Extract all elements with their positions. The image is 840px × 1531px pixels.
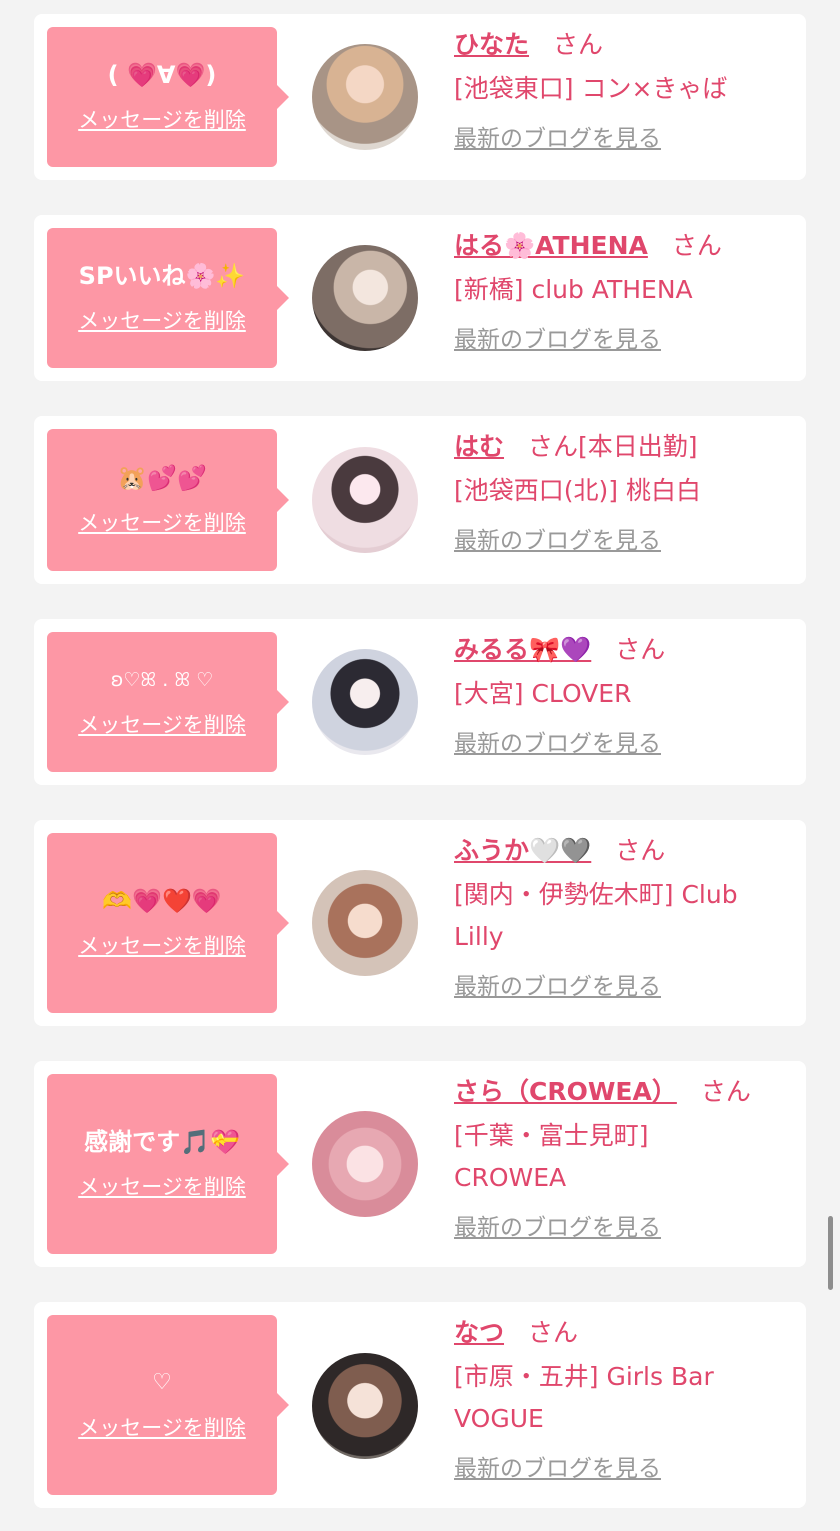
message-text: 🐹💕💕	[117, 464, 207, 492]
message-text: ʚ♡ꕤ . ꕤ ♡	[110, 669, 214, 691]
cast-info: なつ さん [市原・五井] Girls Bar VOGUE 最新のブログを見る	[454, 1316, 794, 1484]
favorite-card: 🫶💗❤️💗 メッセージを削除 ふうか🤍🩶 さん [関内・伊勢佐木町] Club L…	[34, 820, 806, 1026]
shop-text: [池袋東口] コン×きゃば	[454, 74, 728, 103]
shop-text: [関内・伊勢佐木町] Club Lilly	[454, 880, 738, 951]
avatar[interactable]	[312, 245, 418, 351]
delete-message-link[interactable]: メッセージを削除	[78, 507, 246, 537]
avatar[interactable]	[312, 649, 418, 755]
favorite-card: ♡ メッセージを削除 なつ さん [市原・五井] Girls Bar VOGUE …	[34, 1302, 806, 1508]
message-bubble: ♡ メッセージを削除	[47, 1315, 289, 1495]
honorific: さん	[615, 635, 666, 664]
shop-text: [市原・五井] Girls Bar VOGUE	[454, 1362, 714, 1433]
avatar[interactable]	[312, 447, 418, 553]
latest-blog-link[interactable]: 最新のブログを見る	[454, 1454, 661, 1484]
honorific: さん	[528, 1318, 579, 1347]
latest-blog-link[interactable]: 最新のブログを見る	[454, 526, 661, 556]
latest-blog-link[interactable]: 最新のブログを見る	[454, 972, 661, 1002]
shop-text: [千葉・富士見町] CROWEA	[454, 1121, 649, 1192]
cast-name-link[interactable]: みるる🎀💜	[454, 635, 591, 664]
delete-message-link[interactable]: メッセージを削除	[78, 930, 246, 960]
honorific: さん	[528, 432, 579, 461]
message-bubble: SPいいね🌸✨ メッセージを削除	[47, 228, 289, 368]
message-bubble: 🐹💕💕 メッセージを削除	[47, 429, 289, 571]
message-text: ♡	[152, 1370, 172, 1395]
message-bubble: 🫶💗❤️💗 メッセージを削除	[47, 833, 289, 1013]
cast-info: はる🌸ATHENA さん [新橋] club ATHENA 最新のブログを見る	[454, 229, 794, 355]
latest-blog-link[interactable]: 最新のブログを見る	[454, 325, 661, 355]
delete-message-link[interactable]: メッセージを削除	[78, 1171, 246, 1201]
shop-text: [大宮] CLOVER	[454, 679, 632, 708]
honorific: さん	[615, 836, 666, 865]
avatar[interactable]	[312, 870, 418, 976]
favorite-card: ( 💗∀💗) メッセージを削除 ひなた さん [池袋東口] コン×きゃば 最新のブ…	[34, 14, 806, 180]
cast-info: ひなた さん [池袋東口] コン×きゃば 最新のブログを見る	[454, 28, 794, 154]
message-bubble: ʚ♡ꕤ . ꕤ ♡ メッセージを削除	[47, 632, 289, 772]
delete-message-link[interactable]: メッセージを削除	[78, 709, 246, 739]
delete-message-link[interactable]: メッセージを削除	[78, 104, 246, 134]
latest-blog-link[interactable]: 最新のブログを見る	[454, 729, 661, 759]
favorite-card: ʚ♡ꕤ . ꕤ ♡ メッセージを削除 みるる🎀💜 さん [大宮] CLOVER 最…	[34, 619, 806, 785]
shop-text: [池袋西口(北)] 桃白白	[454, 476, 701, 505]
honorific: さん	[553, 30, 604, 59]
avatar[interactable]	[312, 44, 418, 150]
avatar[interactable]	[312, 1353, 418, 1459]
cast-name-link[interactable]: なつ	[454, 1318, 504, 1347]
cast-info: みるる🎀💜 さん [大宮] CLOVER 最新のブログを見る	[454, 633, 794, 759]
delete-message-link[interactable]: メッセージを削除	[78, 1412, 246, 1442]
latest-blog-link[interactable]: 最新のブログを見る	[454, 124, 661, 154]
cast-info: はむ さん[本日出勤] [池袋西口(北)] 桃白白 最新のブログを見る	[454, 430, 794, 556]
cast-name-link[interactable]: ひなた	[454, 30, 529, 59]
cast-name-link[interactable]: はる🌸ATHENA	[454, 231, 648, 260]
cast-name-link[interactable]: さら（CROWEA）	[454, 1077, 677, 1106]
message-bubble: ( 💗∀💗) メッセージを削除	[47, 27, 289, 167]
honorific: さん	[700, 1077, 751, 1106]
favorite-card: 感謝です🎵💝 メッセージを削除 さら（CROWEA） さん [千葉・富士見町] C…	[34, 1061, 806, 1267]
avatar[interactable]	[312, 1111, 418, 1217]
message-text: 🫶💗❤️💗	[102, 887, 222, 915]
message-text: 感謝です🎵💝	[84, 1128, 240, 1156]
delete-message-link[interactable]: メッセージを削除	[78, 305, 246, 335]
scrollbar[interactable]	[828, 1216, 833, 1290]
favorite-card: SPいいね🌸✨ メッセージを削除 はる🌸ATHENA さん [新橋] club A…	[34, 215, 806, 381]
cast-info: さら（CROWEA） さん [千葉・富士見町] CROWEA 最新のブログを見る	[454, 1075, 751, 1243]
honorific: さん	[671, 231, 722, 260]
message-text: SPいいね🌸✨	[78, 262, 246, 290]
favorite-card: 🐹💕💕 メッセージを削除 はむ さん[本日出勤] [池袋西口(北)] 桃白白 最新…	[34, 416, 806, 584]
message-bubble: 感謝です🎵💝 メッセージを削除	[47, 1074, 289, 1254]
cast-name-link[interactable]: ふうか🤍🩶	[454, 836, 591, 865]
status-badge: [本日出勤]	[578, 432, 698, 461]
shop-text: [新橋] club ATHENA	[454, 275, 693, 304]
cast-info: ふうか🤍🩶 さん [関内・伊勢佐木町] Club Lilly 最新のブログを見る	[454, 834, 794, 1002]
latest-blog-link[interactable]: 最新のブログを見る	[454, 1213, 661, 1243]
cast-name-link[interactable]: はむ	[454, 432, 504, 461]
message-text: ( 💗∀💗)	[107, 61, 217, 89]
